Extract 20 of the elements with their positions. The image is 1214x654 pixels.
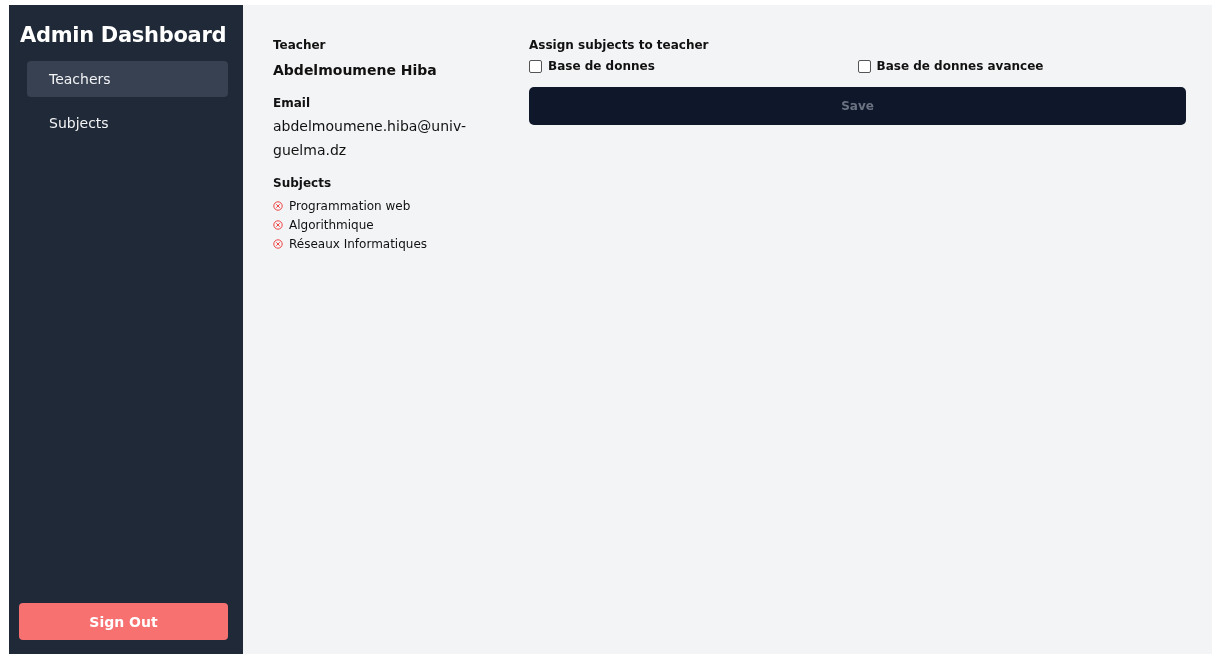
remove-icon[interactable] [273, 201, 283, 211]
remove-icon[interactable] [273, 220, 283, 230]
checkbox-label: Base de donnes avancee [876, 59, 1044, 73]
checkbox[interactable] [529, 59, 542, 73]
subject-name: Réseaux Informatiques [289, 237, 428, 251]
save-button[interactable]: Save [529, 87, 1186, 125]
section-label: Assign subjects to teacher [529, 38, 710, 52]
app-title: Admin Dashboard [20, 23, 228, 47]
field-label: Subjects [273, 176, 332, 190]
field-label: Email [273, 96, 311, 110]
field-label: Teacher [273, 38, 326, 52]
teacher-email: abdelmoumene.hiba@univ-guelma.dz [273, 117, 467, 160]
subject-name: Algorithmique [289, 218, 374, 232]
subject-name: Programmation web [289, 199, 411, 213]
remove-icon[interactable] [273, 239, 283, 249]
checkbox-label: Base de donnes [548, 59, 655, 73]
sidebar-item[interactable]: Teachers [27, 61, 228, 97]
checkbox[interactable] [857, 59, 871, 73]
sidebar-item[interactable]: Subjects [27, 105, 228, 141]
teacher-name: Abdelmoumene Hiba [273, 62, 437, 78]
